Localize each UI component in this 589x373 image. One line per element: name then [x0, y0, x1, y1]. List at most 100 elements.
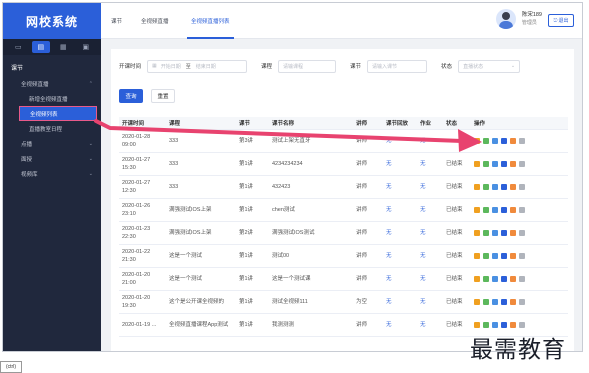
calendar-icon[interactable] — [510, 183, 516, 190]
brand-logo: 网校系统 — [3, 3, 101, 39]
play-icon[interactable] — [501, 275, 507, 282]
delete-icon[interactable] — [519, 137, 525, 144]
delete-icon[interactable] — [519, 206, 525, 213]
logout-label: 退出 — [558, 18, 569, 24]
calendar-icon[interactable] — [510, 321, 516, 328]
avatar — [495, 9, 516, 29]
start-time-label: 开课时间 — [119, 64, 142, 70]
table-row: 2020-01-28 09:00 333 第3讲 测试上架无直牙 讲师无无 — [119, 129, 568, 153]
user-name: 陈宋189 — [521, 12, 542, 18]
cloud-icon[interactable] — [492, 321, 498, 328]
table-cell: 已结束 — [443, 267, 471, 291]
delete-icon[interactable] — [519, 275, 525, 282]
edit-icon[interactable] — [483, 321, 489, 328]
filter-bar: 开课时间 ▦ 开始日期 至 结束日期 课程 请输课程 课节 请输入课节 状态 直… — [119, 59, 566, 73]
sidebar-item-label: 全视频直播 — [21, 81, 49, 88]
sidebar-item-video-library[interactable]: 视频库 ⌄ — [3, 166, 101, 181]
edit-icon[interactable] — [483, 298, 489, 305]
upload-icon[interactable] — [474, 275, 480, 282]
delete-icon[interactable] — [519, 183, 525, 190]
play-icon[interactable] — [501, 252, 507, 259]
upload-icon[interactable] — [474, 137, 480, 144]
edit-icon[interactable] — [483, 275, 489, 282]
edit-icon[interactable] — [483, 137, 489, 144]
sidebar-item-live[interactable]: 全视频直播 ⌃ — [3, 76, 101, 91]
calendar-icon[interactable] — [510, 275, 516, 282]
cloud-icon[interactable] — [492, 160, 498, 167]
table-cell: 第1讲 — [236, 290, 269, 314]
table-cell: 这是一个测试 — [166, 244, 236, 268]
sidebar-item-label: 面授 — [21, 156, 33, 163]
table-cell: 第1讲 — [236, 244, 269, 268]
cloud-icon[interactable] — [492, 298, 498, 305]
upload-icon[interactable] — [474, 252, 480, 259]
sidebar-item-new-live[interactable]: 新增全视频直播 — [3, 91, 101, 106]
table-cell: 已结束 — [443, 198, 471, 222]
tab-lesson[interactable]: 课节 — [111, 3, 122, 39]
upload-icon[interactable] — [474, 321, 480, 328]
calendar-icon[interactable] — [510, 252, 516, 259]
book-icon[interactable]: ▦ — [54, 41, 72, 53]
table-cell: 无 — [383, 198, 417, 222]
sidebar-item-vod[interactable]: 点播 ⌄ — [3, 136, 101, 151]
cloud-icon[interactable] — [492, 183, 498, 190]
cloud-icon[interactable] — [492, 206, 498, 213]
play-icon[interactable] — [501, 298, 507, 305]
row-actions — [471, 175, 568, 199]
upload-icon[interactable] — [474, 206, 480, 213]
cloud-icon[interactable] — [492, 137, 498, 144]
cloud-icon[interactable] — [492, 275, 498, 282]
search-button[interactable]: 查询 — [119, 89, 143, 103]
calendar-icon[interactable] — [510, 298, 516, 305]
calendar-icon[interactable] — [510, 137, 516, 144]
date-range-input[interactable]: ▦ 开始日期 至 结束日期 — [147, 59, 248, 73]
video-icon[interactable]: ▣ — [77, 41, 95, 53]
edit-icon[interactable] — [483, 206, 489, 213]
sidebar-item-live-list[interactable]: 全视频列表 — [19, 106, 97, 121]
lesson-input[interactable]: 请输入课节 — [367, 59, 428, 73]
edit-icon[interactable] — [483, 229, 489, 236]
action-buttons: 查询 重置 — [119, 89, 175, 103]
status-label: 状态 — [441, 64, 453, 70]
calendar-icon[interactable] — [510, 229, 516, 236]
delete-icon[interactable] — [519, 160, 525, 167]
play-icon[interactable] — [501, 229, 507, 236]
upload-icon[interactable] — [474, 183, 480, 190]
sidebar-item-schedule[interactable]: 直播教室日程 — [3, 121, 101, 136]
play-icon[interactable] — [501, 160, 507, 167]
table-cell: 第1讲 — [236, 175, 269, 199]
calendar-icon[interactable] — [510, 160, 516, 167]
play-icon[interactable] — [501, 321, 507, 328]
tab-live-list[interactable]: 全视频直播列表 — [187, 3, 233, 39]
edit-icon[interactable] — [483, 252, 489, 259]
edit-icon[interactable] — [483, 160, 489, 167]
course-input[interactable]: 请输课程 — [278, 59, 337, 73]
calendar-icon[interactable] — [510, 206, 516, 213]
cloud-icon[interactable] — [492, 252, 498, 259]
delete-icon[interactable] — [519, 252, 525, 259]
cloud-icon[interactable] — [492, 229, 498, 236]
table-row: 2020-01-26 23:10 满强测试IOS上架 第1讲 chen测试 讲师无无已结… — [119, 198, 568, 222]
edit-icon[interactable] — [483, 183, 489, 190]
play-icon[interactable] — [501, 206, 507, 213]
sidebar-item-offline[interactable]: 面授 ⌄ — [3, 151, 101, 166]
upload-icon[interactable] — [474, 298, 480, 305]
table-cell: 已结束 — [443, 290, 471, 314]
tab-live[interactable]: 全视频直播 — [141, 3, 169, 39]
logout-button[interactable]: ⎋ 退出 — [548, 14, 574, 27]
monitor-icon[interactable]: ▭ — [9, 41, 27, 53]
reset-button[interactable]: 重置 — [151, 89, 175, 103]
delete-icon[interactable] — [519, 229, 525, 236]
doc-icon[interactable]: ▤ — [31, 41, 50, 53]
play-icon[interactable] — [501, 137, 507, 144]
delete-icon[interactable] — [519, 321, 525, 328]
user-info[interactable]: 陈宋189 管理员 — [495, 9, 542, 29]
delete-icon[interactable] — [519, 298, 525, 305]
upload-icon[interactable] — [474, 160, 480, 167]
play-icon[interactable] — [501, 183, 507, 190]
upload-icon[interactable] — [474, 229, 480, 236]
chevron-down-icon: ⌄ — [88, 170, 93, 177]
table-cell: 全视频直播课程App测试 — [166, 313, 236, 337]
status-select[interactable]: 直播状态 ⌄ — [458, 59, 521, 73]
table-cell: 为空 — [353, 290, 383, 314]
